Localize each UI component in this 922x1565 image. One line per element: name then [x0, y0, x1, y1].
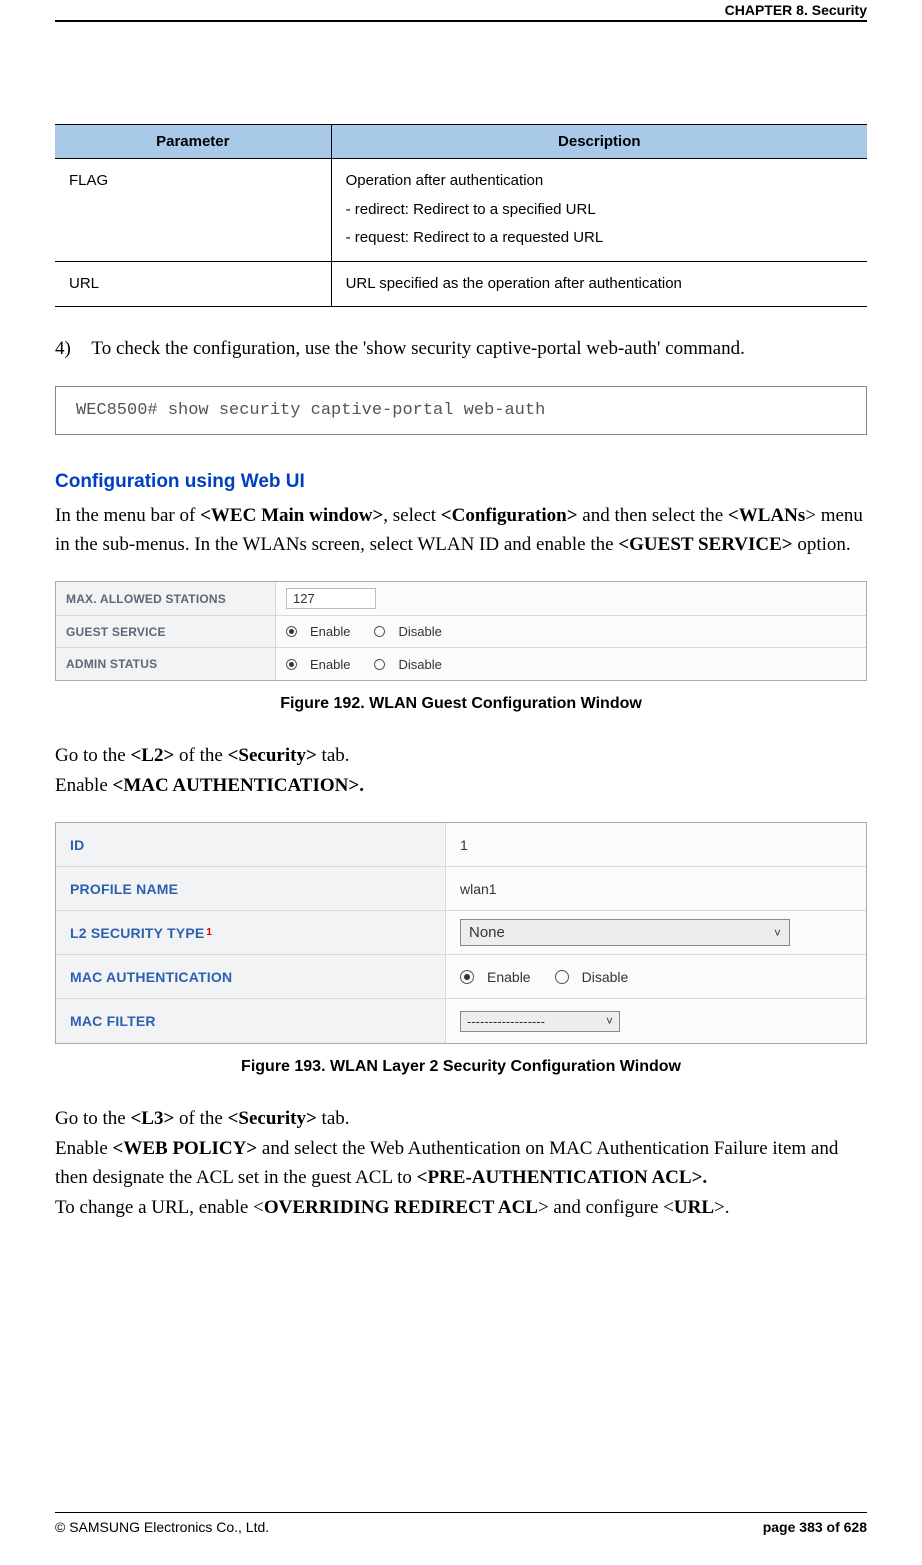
macauth-disable-radio[interactable]: [555, 970, 569, 984]
admin-disable-radio[interactable]: [374, 659, 385, 670]
paragraph-2: Go to the <L2> of the <Security> tab. En…: [55, 741, 867, 800]
page-footer: © SAMSUNG Electronics Co., Ltd. page 383…: [55, 1512, 867, 1535]
table-row: FLAG Operation after authentication - re…: [55, 159, 867, 262]
paragraph-3: Go to the <L3> of the <Security> tab. En…: [55, 1104, 867, 1222]
l2-security-type-label: L2 SECURITY TYPE1: [56, 911, 446, 954]
profile-name-value: wlan1: [446, 873, 866, 905]
max-stations-input[interactable]: 127: [286, 588, 376, 609]
chevron-down-icon: ˅: [774, 926, 781, 940]
desc-cell: URL specified as the operation after aut…: [331, 261, 867, 307]
page-number: page 383 of 628: [763, 1519, 867, 1535]
param-cell: URL: [55, 261, 331, 307]
section-title-webui: Configuration using Web UI: [55, 471, 867, 493]
mac-auth-value: Enable Disable: [446, 961, 866, 993]
figure-193-box: ID 1 PROFILE NAME wlan1 L2 SECURITY TYPE…: [55, 822, 867, 1044]
step-text: To check the configuration, use the 'sho…: [91, 338, 744, 359]
parameter-table: Parameter Description FLAG Operation aft…: [55, 124, 867, 307]
mac-auth-label: MAC AUTHENTICATION: [56, 955, 446, 998]
guest-service-value: Enable Disable: [276, 618, 866, 645]
param-cell: FLAG: [55, 159, 331, 262]
chapter-header: CHAPTER 8. Security: [725, 2, 867, 18]
th-description: Description: [331, 125, 867, 159]
chevron-down-icon: ˅: [606, 1014, 613, 1028]
guest-enable-radio[interactable]: [286, 626, 297, 637]
admin-status-label: ADMIN STATUS: [56, 648, 276, 680]
mac-filter-label: MAC FILTER: [56, 999, 446, 1043]
admin-status-value: Enable Disable: [276, 651, 866, 678]
id-label: ID: [56, 823, 446, 866]
step-4: 4) To check the configuration, use the '…: [55, 335, 867, 364]
figure-192-caption: Figure 192. WLAN Guest Configuration Win…: [55, 695, 867, 713]
copyright-text: © SAMSUNG Electronics Co., Ltd.: [55, 1519, 269, 1535]
figure-192-box: MAX. ALLOWED STATIONS 127 GUEST SERVICE …: [55, 581, 867, 681]
macauth-enable-radio[interactable]: [460, 970, 474, 984]
code-block: WEC8500# show security captive-portal we…: [55, 386, 867, 435]
id-value: 1: [446, 829, 866, 861]
max-stations-value: 127: [276, 582, 866, 615]
admin-enable-radio[interactable]: [286, 659, 297, 670]
profile-name-label: PROFILE NAME: [56, 867, 446, 910]
guest-disable-radio[interactable]: [374, 626, 385, 637]
th-parameter: Parameter: [55, 125, 331, 159]
mac-filter-select[interactable]: ------------------ ˅: [460, 1011, 620, 1032]
l2-security-type-select[interactable]: None ˅: [460, 919, 790, 946]
max-stations-label: MAX. ALLOWED STATIONS: [56, 582, 276, 615]
paragraph-1: In the menu bar of <WEC Main window>, se…: [55, 501, 867, 560]
guest-service-label: GUEST SERVICE: [56, 616, 276, 647]
step-number: 4): [55, 335, 87, 364]
figure-193-caption: Figure 193. WLAN Layer 2 Security Config…: [55, 1058, 867, 1076]
table-row: URL URL specified as the operation after…: [55, 261, 867, 307]
desc-cell: Operation after authentication - redirec…: [331, 159, 867, 262]
